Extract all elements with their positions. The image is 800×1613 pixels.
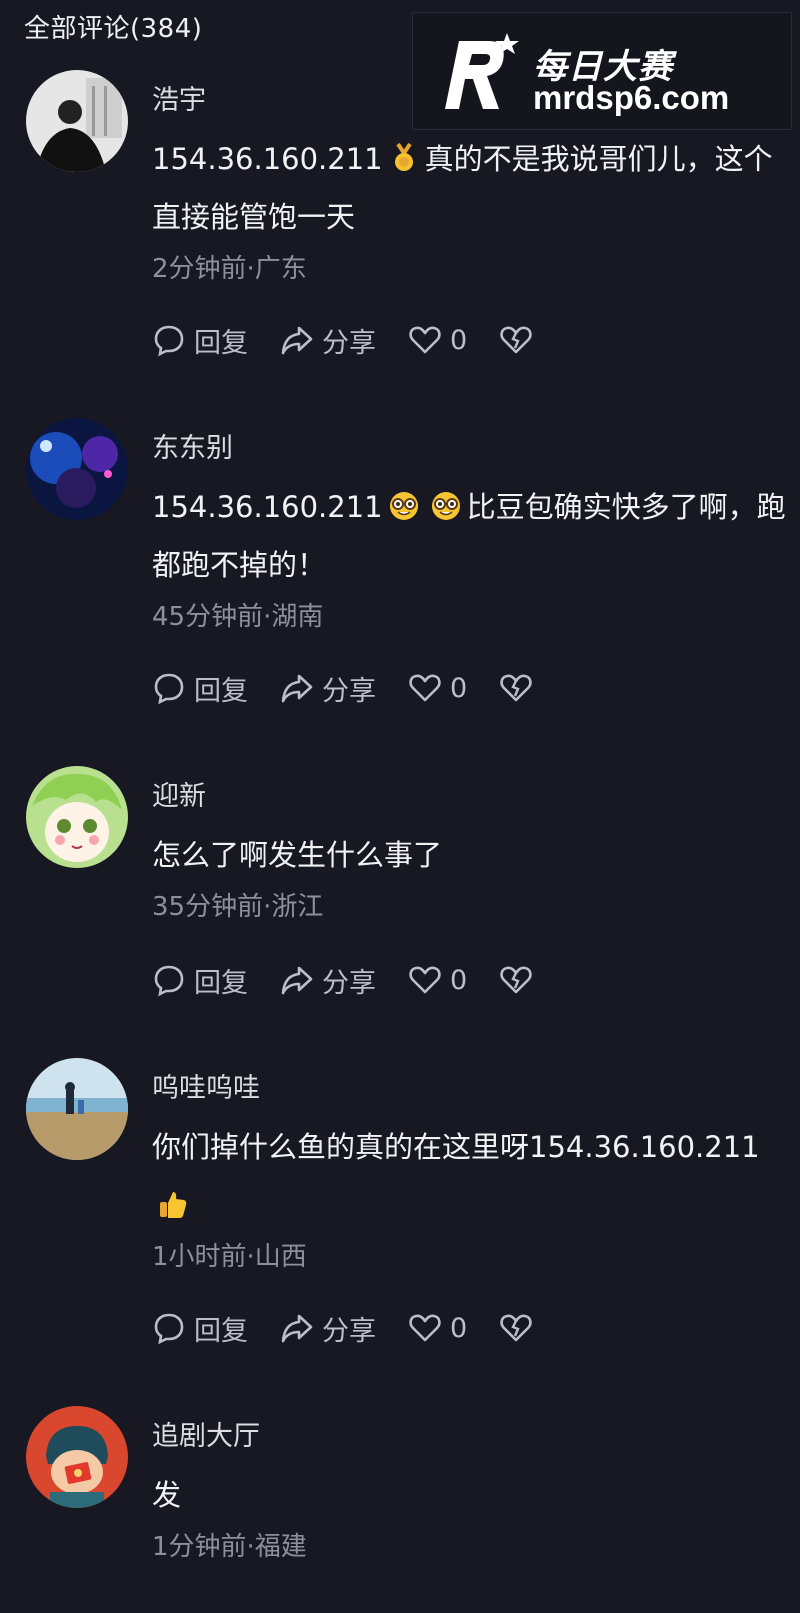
comment-username[interactable]: 呜哇呜哇	[152, 1066, 260, 1105]
broken-heart-icon	[500, 966, 532, 994]
like-button[interactable]: 0	[408, 1311, 467, 1345]
share-label: 分享	[322, 1315, 376, 1347]
comment-text: 怎么了啊发生什么事了	[152, 838, 443, 872]
watermark-logo: 每日大赛 mrdsp6.com	[412, 12, 792, 130]
reply-bubble-icon	[154, 1313, 184, 1345]
comment-text: 你们掉什么鱼的真的在这里呀154.36.160.211	[152, 1118, 792, 1234]
nerd-face-icon	[431, 492, 460, 520]
broken-heart-icon	[500, 674, 532, 702]
avatar[interactable]	[26, 1406, 128, 1508]
like-button[interactable]: 0	[408, 323, 467, 357]
reply-button[interactable]: 回复	[152, 321, 248, 360]
like-button[interactable]: 0	[408, 671, 467, 705]
share-button[interactable]: 分享	[280, 1309, 376, 1348]
avatar[interactable]	[26, 70, 128, 172]
comment-username[interactable]: 浩宇	[152, 78, 206, 117]
avatar[interactable]	[26, 1058, 128, 1160]
comment-meta: 2分钟前·广东	[152, 254, 307, 284]
comment-username[interactable]: 追剧大厅	[152, 1414, 260, 1453]
share-arrow-icon	[281, 674, 313, 703]
comment-actions: 回复 分享 0	[152, 668, 573, 708]
like-count: 0	[450, 964, 468, 996]
reply-bubble-icon	[154, 325, 184, 357]
dislike-button[interactable]	[499, 1311, 541, 1345]
share-arrow-icon	[281, 966, 313, 995]
like-count: 0	[450, 324, 468, 356]
share-button[interactable]: 分享	[280, 961, 376, 1000]
heart-icon	[409, 674, 441, 702]
comment-actions: 回复 分享 0	[152, 1308, 573, 1348]
brand-r-logo-icon	[445, 33, 519, 109]
like-count: 0	[450, 672, 468, 704]
like-count: 0	[450, 1312, 468, 1344]
reply-label: 回复	[194, 967, 248, 999]
dislike-button[interactable]	[499, 671, 541, 705]
share-label: 分享	[322, 327, 376, 359]
reply-label: 回复	[194, 1315, 248, 1347]
medal-icon	[394, 143, 413, 171]
thumbs-up-icon	[160, 1192, 187, 1218]
comment-username[interactable]: 迎新	[152, 774, 206, 813]
heart-icon	[409, 1314, 441, 1342]
like-button[interactable]: 0	[408, 963, 467, 997]
share-button[interactable]: 分享	[280, 669, 376, 708]
reply-button[interactable]: 回复	[152, 961, 248, 1000]
comment-actions: 回复 分享 0	[152, 960, 573, 1000]
comment-username[interactable]: 东东别	[152, 426, 233, 465]
reply-label: 回复	[194, 327, 248, 359]
dislike-button[interactable]	[499, 323, 541, 357]
reply-button[interactable]: 回复	[152, 669, 248, 708]
comment-text: 154.36.160.211 比豆包确实快多了啊，跑都跑不掉的！	[152, 478, 792, 594]
comment-text-part: 154.36.160.211	[152, 142, 383, 176]
heart-icon	[409, 326, 441, 354]
nerd-face-icon	[389, 492, 418, 520]
comment-text: 发	[152, 1478, 182, 1512]
broken-heart-icon	[500, 1314, 532, 1342]
comment-text-part: 154.36.160.211	[152, 490, 383, 524]
reply-button[interactable]: 回复	[152, 1309, 248, 1348]
heart-icon	[409, 966, 441, 994]
avatar[interactable]	[26, 766, 128, 868]
reply-label: 回复	[194, 675, 248, 707]
share-arrow-icon	[281, 1314, 313, 1343]
reply-bubble-icon	[154, 673, 184, 705]
share-label: 分享	[322, 675, 376, 707]
reply-bubble-icon	[154, 965, 184, 997]
comment-actions: 回复 分享 0	[152, 320, 573, 360]
share-button[interactable]: 分享	[280, 321, 376, 360]
comment-text-part: 你们掉什么鱼的真的在这里呀154.36.160.211	[152, 1130, 760, 1164]
comment-meta: 45分钟前·湖南	[152, 602, 324, 632]
dislike-button[interactable]	[499, 963, 541, 997]
avatar[interactable]	[26, 418, 128, 520]
comment-text: 154.36.160.211 真的不是我说哥们儿，这个直接能管饱一天	[152, 130, 792, 246]
broken-heart-icon	[500, 326, 532, 354]
comment-meta: 1分钟前·福建	[152, 1532, 307, 1562]
share-arrow-icon	[281, 326, 313, 355]
comment-meta: 1小时前·山西	[152, 1242, 307, 1272]
comment-meta: 35分钟前·浙江	[152, 892, 324, 922]
share-label: 分享	[322, 967, 376, 999]
comments-header: 全部评论(384)	[24, 14, 203, 44]
watermark-url-text: mrdsp6.com	[533, 79, 730, 116]
